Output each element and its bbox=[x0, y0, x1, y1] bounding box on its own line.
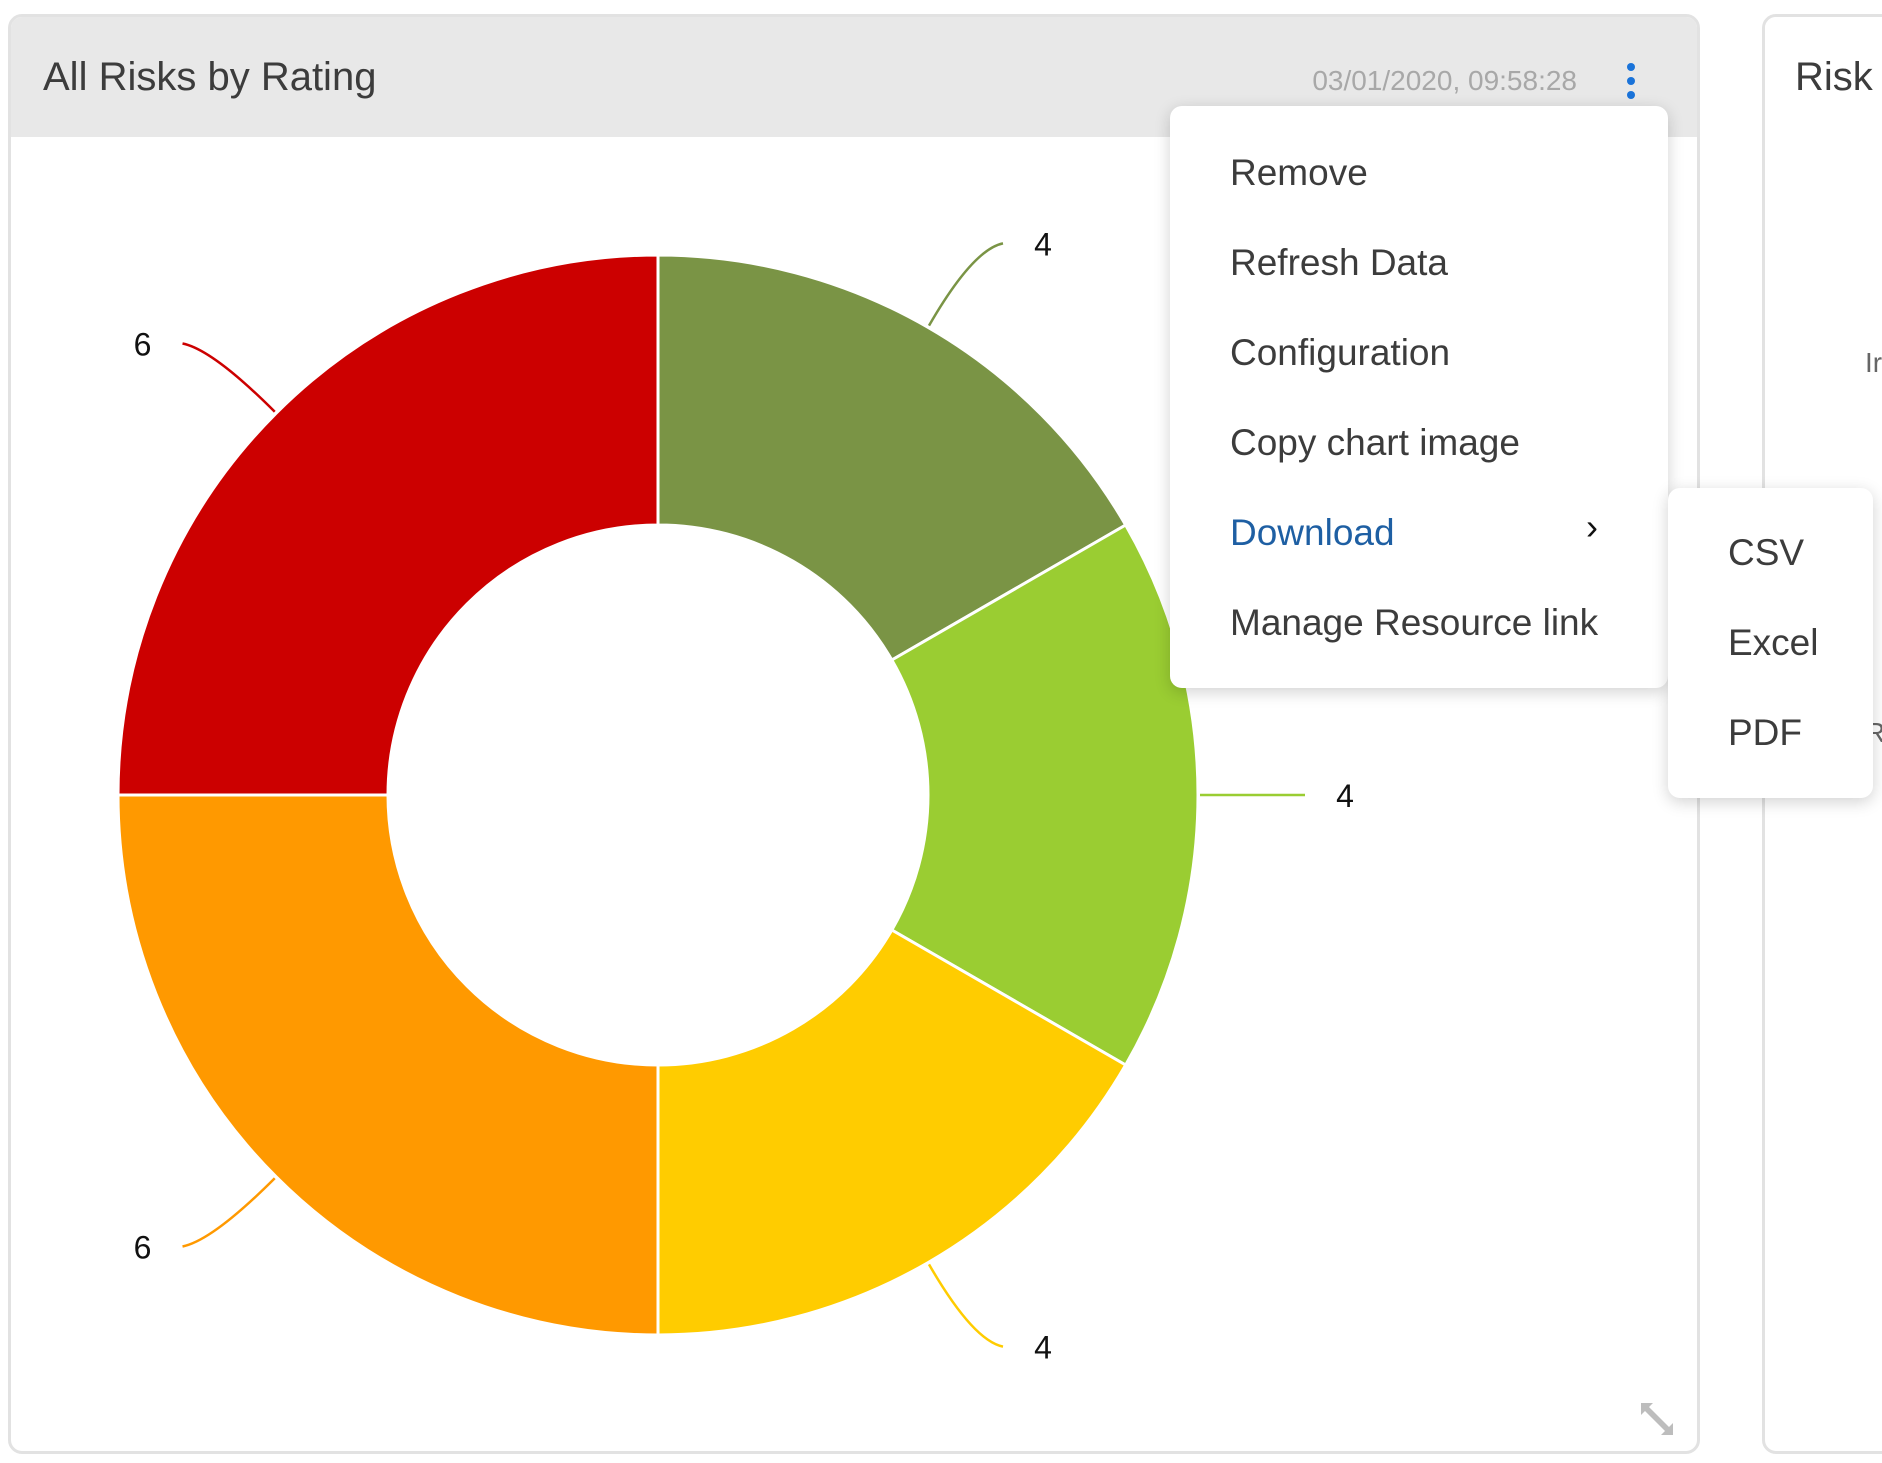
data-label-connector bbox=[182, 342, 276, 413]
menu-item-refresh-data[interactable]: Refresh Data bbox=[1230, 242, 1448, 284]
menu-item-configuration[interactable]: Configuration bbox=[1230, 332, 1450, 374]
data-label-connector bbox=[182, 1177, 276, 1248]
side-widget-title: Risk bbox=[1795, 55, 1873, 99]
chevron-right-icon: › bbox=[1586, 506, 1598, 547]
submenu-item-pdf[interactable]: PDF bbox=[1728, 712, 1802, 754]
side-partial-text: Ir bbox=[1865, 347, 1882, 378]
data-label-connector bbox=[927, 1263, 1004, 1348]
widget-context-menu: Remove Refresh Data Configuration Copy c… bbox=[1170, 106, 1668, 688]
submenu-item-csv[interactable]: CSV bbox=[1728, 532, 1804, 574]
menu-item-manage-resource-link[interactable]: Manage Resource link bbox=[1230, 602, 1598, 644]
menu-item-download[interactable]: Download bbox=[1230, 512, 1395, 554]
data-label: 4 bbox=[1034, 226, 1052, 262]
resize-diagonal-icon[interactable] bbox=[1635, 1397, 1679, 1441]
donut-slice-very-high[interactable] bbox=[116, 253, 660, 797]
download-submenu: CSV Excel PDF bbox=[1668, 488, 1873, 798]
submenu-item-excel[interactable]: Excel bbox=[1728, 622, 1818, 664]
data-label: 6 bbox=[134, 327, 152, 363]
donut-slice-high[interactable] bbox=[116, 793, 660, 1337]
data-label-connector bbox=[927, 242, 1004, 327]
menu-item-copy-chart-image[interactable]: Copy chart image bbox=[1230, 422, 1520, 464]
data-label: 6 bbox=[134, 1229, 152, 1265]
menu-item-remove[interactable]: Remove bbox=[1230, 152, 1368, 194]
data-label: 4 bbox=[1034, 1330, 1052, 1366]
data-label: 4 bbox=[1336, 778, 1354, 814]
